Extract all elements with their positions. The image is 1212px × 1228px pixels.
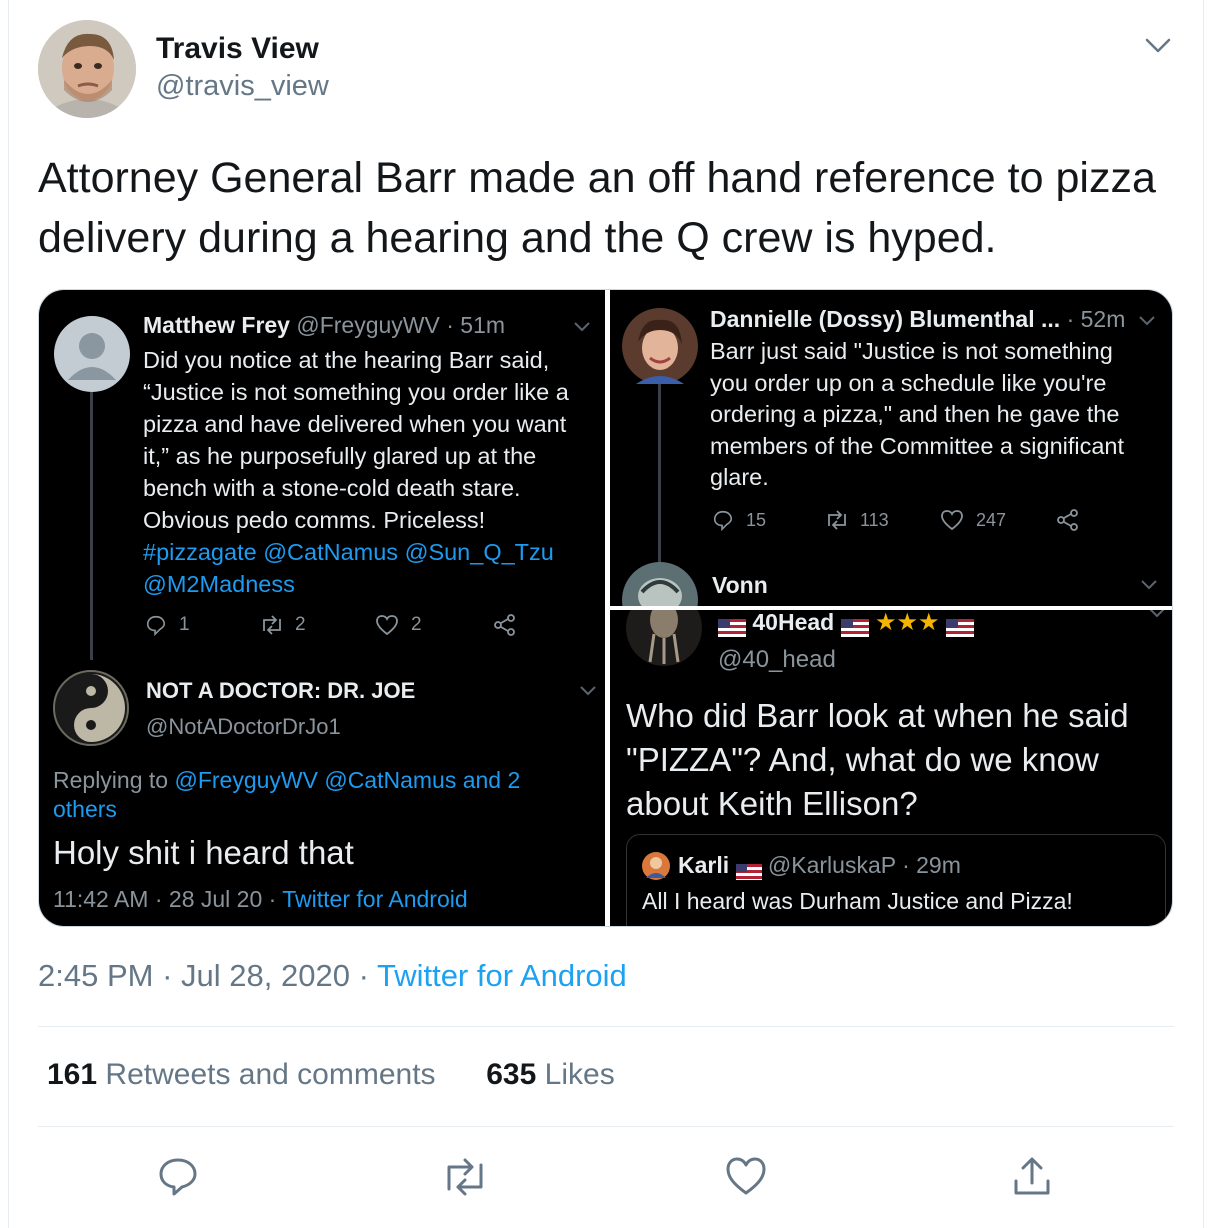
thread-line-2 xyxy=(658,380,661,570)
embedded-quote-text: All I heard was Durham Justice and Pizza… xyxy=(642,888,1073,914)
embedded-author-handle-5: @40_head xyxy=(718,646,836,673)
embedded-author-name-2: NOT A DOCTOR: DR. JOE xyxy=(146,678,416,703)
media-image-top-right[interactable]: Dannielle (Dossy) Blumenthal ... · 52m B… xyxy=(610,290,1172,606)
embedded-chevron-icon-4 xyxy=(1140,578,1158,596)
embedded-tweet-text-5: Who did Barr look at when he said "PIZZA… xyxy=(626,697,1129,822)
embedded-avatar-dannielle xyxy=(622,308,698,384)
divider xyxy=(38,1126,1174,1127)
embedded-retweet-icon xyxy=(259,614,285,641)
reply-icon[interactable] xyxy=(156,1155,200,1199)
embedded-retweet-count: 2 xyxy=(295,614,306,635)
embedded-share-icon xyxy=(493,614,517,641)
embedded-chevron-icon xyxy=(573,320,591,338)
media-image-bottom-right[interactable]: 40Head ★★★ @40_head Who did Barr look at… xyxy=(610,610,1172,926)
embedded-chevron-icon-3 xyxy=(1138,314,1156,332)
embedded-author-handle: @FreyguyWV · 51m xyxy=(296,312,506,338)
embedded-author-name-3: Dannielle (Dossy) Blumenthal ... xyxy=(710,306,1061,332)
thread-line xyxy=(90,390,93,660)
flag-icon xyxy=(840,615,869,637)
embedded-avatar-default xyxy=(54,316,130,392)
author-avatar[interactable] xyxy=(38,20,136,118)
chevron-down-icon[interactable] xyxy=(1144,34,1172,56)
embedded-mention: @M2Madness xyxy=(143,571,295,597)
tweet-text: Attorney General Barr made an off hand r… xyxy=(38,154,1156,262)
embedded-quote-handle: @KarluskaP · 29m xyxy=(767,852,961,878)
embedded-chevron-icon-2 xyxy=(579,684,597,702)
embedded-tweet-text-3: Barr just said "Justice is not something… xyxy=(710,338,1125,490)
embedded-chevron-icon-5 xyxy=(1148,610,1166,624)
tweet-stats: 161 Retweets and comments 635 Likes xyxy=(47,1058,615,1092)
embedded-quote-name: Karli xyxy=(678,852,730,878)
tweet-timestamp: 2:45 PM · Jul 28, 2020 · Twitter for And… xyxy=(38,958,627,993)
stars-icon: ★★★ xyxy=(875,610,940,636)
embedded-author-name-4: Vonn xyxy=(712,572,768,598)
embedded-avatar-karli xyxy=(642,852,670,880)
tweet-media[interactable]: Matthew Frey @FreyguyWV · 51m Did you no… xyxy=(38,289,1173,927)
share-icon[interactable] xyxy=(1010,1155,1054,1199)
retweet-icon[interactable] xyxy=(440,1155,484,1199)
embedded-reply-icon-3 xyxy=(712,509,734,536)
embedded-author-name: Matthew Frey xyxy=(143,312,290,338)
tweet-date[interactable]: Jul 28, 2020 xyxy=(181,958,350,993)
embedded-author-name-5: 40Head xyxy=(752,610,835,635)
embedded-retweet-icon-3 xyxy=(824,509,850,536)
retweets-stat[interactable]: 161 Retweets and comments xyxy=(47,1058,436,1091)
embedded-reply-text: Holy shit i heard that xyxy=(53,834,354,871)
embedded-like-count: 2 xyxy=(411,614,422,635)
embedded-like-icon-3 xyxy=(940,509,964,536)
flag-icon xyxy=(735,859,762,880)
embedded-share-icon-3 xyxy=(1056,509,1080,536)
embedded-avatar-yinyang xyxy=(53,670,129,746)
flag-icon xyxy=(718,615,746,637)
like-icon[interactable] xyxy=(724,1155,768,1199)
embedded-avatar-40head xyxy=(626,610,702,666)
embedded-like-icon xyxy=(375,614,399,641)
flag-icon xyxy=(945,615,974,637)
tweet-source-link[interactable]: Twitter for Android xyxy=(377,958,627,993)
embedded-replying-links: @FreyguyWV @CatNamus and 2 xyxy=(174,767,521,793)
embedded-tweet-text: Did you notice at the hearing Barr said,… xyxy=(143,344,569,600)
divider xyxy=(38,1026,1174,1027)
media-image-left[interactable]: Matthew Frey @FreyguyWV · 51m Did you no… xyxy=(39,290,605,926)
likes-stat[interactable]: 635 Likes xyxy=(486,1058,614,1091)
embedded-reply-count: 1 xyxy=(179,614,190,635)
embedded-hashtags: #pizzagate @CatNamus @Sun_Q_Tzu xyxy=(143,539,554,565)
author-name[interactable]: Travis View xyxy=(156,32,319,66)
tweet-time[interactable]: 2:45 PM xyxy=(38,958,153,993)
embedded-avatar-vonn xyxy=(622,562,698,606)
embedded-reply-icon xyxy=(145,614,167,641)
author-handle[interactable]: @travis_view xyxy=(156,70,329,103)
embedded-author-handle-2: @NotADoctorDrJo1 xyxy=(146,714,341,739)
